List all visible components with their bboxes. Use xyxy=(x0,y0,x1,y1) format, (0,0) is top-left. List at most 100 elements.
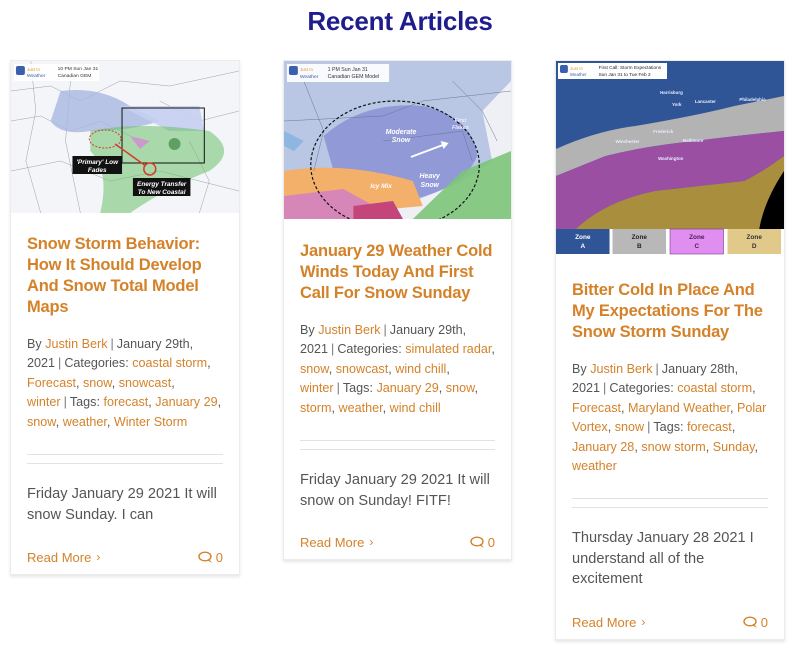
tag-link[interactable]: weather xyxy=(63,415,107,429)
svg-text:Canadian GEM Model: Canadian GEM Model xyxy=(328,74,380,80)
tag-link[interactable]: forecast xyxy=(687,420,732,434)
city-label: Harrisburg xyxy=(660,90,683,95)
svg-text:B: B xyxy=(637,243,642,250)
tag-link[interactable]: snow xyxy=(446,381,475,395)
city-label: Baltimore xyxy=(683,138,704,143)
category-link[interactable]: snowcast xyxy=(336,362,389,376)
article-title-link[interactable]: January 29 Weather Cold Winds Today And … xyxy=(300,241,495,304)
zone-swatch xyxy=(556,229,610,254)
article-excerpt: Friday January 29 2021 It will snow Sund… xyxy=(27,486,217,523)
svg-text:Zone: Zone xyxy=(689,234,705,241)
author-link[interactable]: Justin Berk xyxy=(45,337,107,351)
map-label: Fades xyxy=(88,167,107,174)
svg-text:First Call: Storm Expectations: First Call: Storm Expectations xyxy=(599,65,662,71)
category-link[interactable]: snow xyxy=(83,376,112,390)
tag-link[interactable]: forecast xyxy=(103,395,148,409)
read-more-link[interactable]: Read More › xyxy=(27,550,100,565)
svg-text:Canadian GEM: Canadian GEM xyxy=(58,73,92,79)
category-link[interactable]: Forecast xyxy=(572,401,621,415)
author-link[interactable]: Justin Berk xyxy=(318,323,380,337)
comment-bubble-icon xyxy=(198,550,212,563)
separator xyxy=(572,498,768,509)
category-link[interactable]: winter xyxy=(300,381,334,395)
svg-text:Just In: Just In xyxy=(570,66,584,71)
map-label: Snow xyxy=(392,137,411,144)
tag-link[interactable]: January 29 xyxy=(376,381,438,395)
comments-link[interactable]: 0 xyxy=(198,550,223,565)
weather-map-image: Moderate Snow Heavy Snow Icy Mix First F… xyxy=(284,61,511,219)
category-link[interactable]: Maryland Weather xyxy=(628,401,730,415)
tag-link[interactable]: Winter Storm xyxy=(114,415,187,429)
svg-text:Weather: Weather xyxy=(27,73,46,79)
article-title-link[interactable]: Snow Storm Behavior: How It Should Devel… xyxy=(27,234,223,318)
category-link[interactable]: winter xyxy=(27,395,61,409)
tag-link[interactable]: January 29 xyxy=(155,395,217,409)
svg-text:Just In: Just In xyxy=(300,67,314,72)
tag-link[interactable]: Sunday xyxy=(713,440,755,454)
svg-text:A: A xyxy=(580,243,585,250)
comment-count: 0 xyxy=(487,534,495,550)
separator xyxy=(27,454,223,465)
comments-link[interactable]: 0 xyxy=(470,535,495,550)
category-link[interactable]: wind chill xyxy=(395,362,446,376)
map-label: Energy Transfer xyxy=(137,181,187,188)
map-label: Moderate xyxy=(386,129,417,136)
tag-link[interactable]: January 28 xyxy=(572,440,634,454)
city-label: Lancaster xyxy=(695,99,716,104)
comment-count: 0 xyxy=(760,614,768,630)
tag-link[interactable]: snow storm xyxy=(641,440,705,454)
svg-text:1 PM Sun Jan 31: 1 PM Sun Jan 31 xyxy=(328,67,368,73)
city-label: Philadelphia xyxy=(739,97,766,102)
article-excerpt: Friday January 29 2021 It will snow on S… xyxy=(300,472,490,509)
svg-text:Sun Jan 31 to Tue Feb 2: Sun Jan 31 to Tue Feb 2 xyxy=(599,72,651,78)
category-link[interactable]: snowcast xyxy=(119,376,172,390)
svg-text:C: C xyxy=(694,243,699,250)
map-label: Heavy xyxy=(420,173,442,180)
city-label: Frederick xyxy=(653,129,674,134)
chevron-right-icon: › xyxy=(369,535,374,549)
tag-link[interactable]: weather xyxy=(338,401,382,415)
tag-link[interactable]: weather xyxy=(572,459,617,473)
weather-map-image: 'Primary' Low Fades Energy Transfer To N… xyxy=(11,61,239,213)
author-link[interactable]: Justin Berk xyxy=(590,362,652,376)
article-excerpt: Thursday January 28 2021 I understand al… xyxy=(572,530,754,588)
tag-link[interactable]: wind chill xyxy=(390,401,441,415)
chevron-right-icon: › xyxy=(96,550,101,564)
weather-map-image: Harrisburg Lancaster York Philadelphia B… xyxy=(556,61,784,259)
article-thumbnail[interactable]: 'Primary' Low Fades Energy Transfer To N… xyxy=(11,61,239,213)
category-link[interactable]: coastal storm xyxy=(677,381,752,395)
zone-swatch xyxy=(669,228,724,255)
category-link[interactable]: Forecast xyxy=(27,376,76,390)
read-more-link[interactable]: Read More › xyxy=(572,615,645,630)
category-link[interactable]: coastal storm xyxy=(132,356,207,370)
article-title-link[interactable]: Bitter Cold In Place And My Expectations… xyxy=(572,280,768,343)
logo-icon xyxy=(288,66,298,75)
comment-bubble-icon xyxy=(470,535,484,548)
svg-text:D: D xyxy=(752,243,757,250)
category-link[interactable]: snow xyxy=(615,420,644,434)
category-link[interactable]: snow xyxy=(300,362,329,376)
separator xyxy=(300,440,495,451)
article-meta: By Justin Berk | January 28th, 2021 | Catego… xyxy=(572,362,767,474)
article-meta: By Justin Berk | January 29th, 2021 | Catego… xyxy=(27,337,222,429)
map-label: First xyxy=(455,118,468,124)
map-label: 'Primary' Low xyxy=(76,159,119,166)
category-link[interactable]: simulated radar xyxy=(405,342,491,356)
svg-text:10 PM Sun Jan 31: 10 PM Sun Jan 31 xyxy=(58,66,99,72)
tag-link[interactable]: storm xyxy=(300,401,331,415)
chevron-right-icon: › xyxy=(641,615,646,629)
article-thumbnail[interactable]: Moderate Snow Heavy Snow Icy Mix First F… xyxy=(284,61,511,219)
city-label: Winchester xyxy=(615,139,639,144)
article-card: Harrisburg Lancaster York Philadelphia B… xyxy=(555,60,785,640)
svg-text:Weather: Weather xyxy=(570,72,587,77)
svg-text:Weather: Weather xyxy=(300,74,319,80)
read-more-link[interactable]: Read More › xyxy=(300,535,373,550)
zone-swatch xyxy=(727,229,782,254)
article-meta: By Justin Berk | January 29th, 2021 | Catego… xyxy=(300,323,495,415)
comments-link[interactable]: 0 xyxy=(743,615,768,630)
logo-icon xyxy=(559,65,568,73)
tag-link[interactable]: snow xyxy=(27,415,56,429)
comment-bubble-icon xyxy=(743,615,757,628)
zone-swatch xyxy=(612,229,667,254)
article-thumbnail[interactable]: Harrisburg Lancaster York Philadelphia B… xyxy=(556,61,784,259)
